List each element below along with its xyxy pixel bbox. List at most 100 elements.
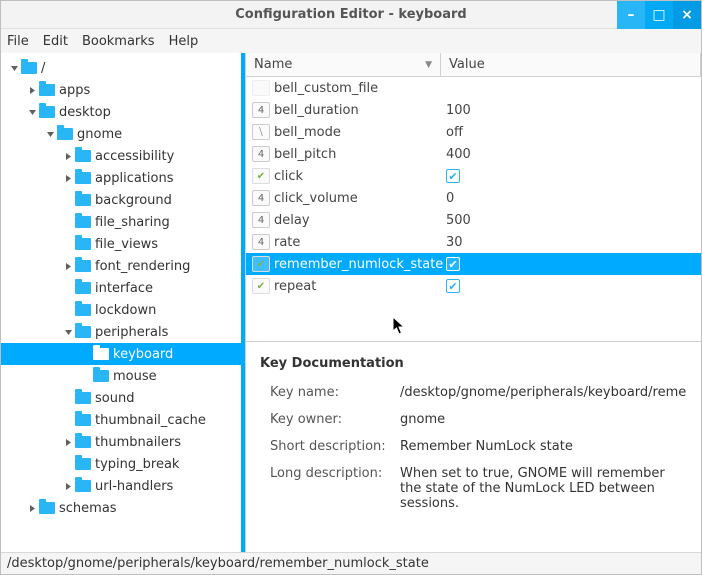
menu-file[interactable]: File xyxy=(7,34,29,49)
maximize-button[interactable]: □ xyxy=(645,1,673,29)
key-documentation-pane: Key Documentation Key name: /desktop/gno… xyxy=(246,341,701,552)
key-row-repeat[interactable]: ✔repeat✔ xyxy=(246,275,701,297)
expander-icon xyxy=(61,237,75,251)
expander-icon xyxy=(61,281,75,295)
doc-short-desc-value: Remember NumLock state xyxy=(400,439,687,454)
expander-icon[interactable] xyxy=(43,127,57,141)
folder-icon xyxy=(39,106,55,118)
right-pane: Name ▼ Value bell_custom_file4bell_durat… xyxy=(246,53,701,552)
expander-icon xyxy=(61,391,75,405)
tree-item-label: file_views xyxy=(95,237,158,252)
key-name-text: bell_duration xyxy=(274,103,438,118)
column-header-value[interactable]: Value xyxy=(441,53,701,76)
tree-item-label: typing_break xyxy=(95,457,179,472)
checkbox-icon[interactable]: ✔ xyxy=(446,169,460,183)
expander-icon[interactable] xyxy=(61,149,75,163)
key-name-text: click_volume xyxy=(274,191,438,206)
expander-icon[interactable] xyxy=(61,325,75,339)
checkbox-icon[interactable]: ✔ xyxy=(446,279,460,293)
folder-icon xyxy=(75,282,91,294)
expander-icon xyxy=(79,347,93,361)
key-row-bell_pitch[interactable]: 4bell_pitch400 xyxy=(246,143,701,165)
tree-item-lockdown[interactable]: lockdown xyxy=(1,299,245,321)
tree-item-label: mouse xyxy=(113,369,157,384)
key-row-bell_duration[interactable]: 4bell_duration100 xyxy=(246,99,701,121)
tree-item-accessibility[interactable]: accessibility xyxy=(1,145,245,167)
tree-item-file-sharing[interactable]: file_sharing xyxy=(1,211,245,233)
key-row-click_volume[interactable]: 4click_volume0 xyxy=(246,187,701,209)
column-header-name[interactable]: Name ▼ xyxy=(246,53,441,76)
key-row-delay[interactable]: 4delay500 xyxy=(246,209,701,231)
key-row-bell_mode[interactable]: ⧹bell_modeoff xyxy=(246,121,701,143)
tree-item-file-views[interactable]: file_views xyxy=(1,233,245,255)
expander-icon[interactable] xyxy=(7,61,21,75)
key-list[interactable]: bell_custom_file 4bell_duration100⧹bell_m… xyxy=(246,77,701,341)
tree-item-label: file_sharing xyxy=(95,215,170,230)
tree-item-typing-break[interactable]: typing_break xyxy=(1,453,245,475)
tree-item-label: gnome xyxy=(77,127,122,142)
tree-item-thumbnailers[interactable]: thumbnailers xyxy=(1,431,245,453)
tree-item-desktop[interactable]: desktop xyxy=(1,101,245,123)
expander-icon[interactable] xyxy=(61,171,75,185)
key-row-bell_custom_file[interactable]: bell_custom_file xyxy=(246,77,701,99)
key-name-text: click xyxy=(274,169,438,184)
app-window: Configuration Editor - keyboard – □ × Fi… xyxy=(0,0,702,575)
doc-title: Key Documentation xyxy=(260,356,687,371)
key-name-text: bell_pitch xyxy=(274,147,438,162)
key-row-click[interactable]: ✔click✔ xyxy=(246,165,701,187)
key-row-remember_numlock_state[interactable]: ✔remember_numlock_state✔ xyxy=(246,253,701,275)
minimize-button[interactable]: – xyxy=(617,1,645,29)
menu-edit[interactable]: Edit xyxy=(43,34,68,49)
tree-item-apps[interactable]: apps xyxy=(1,79,245,101)
tree-item-background[interactable]: background xyxy=(1,189,245,211)
key-row-rate[interactable]: 4rate30 xyxy=(246,231,701,253)
expander-icon[interactable] xyxy=(25,83,39,97)
folder-icon xyxy=(75,304,91,316)
tree-item-schemas[interactable]: schemas xyxy=(1,497,245,519)
doc-key-owner-label: Key owner: xyxy=(270,412,400,427)
menu-bookmarks[interactable]: Bookmarks xyxy=(82,34,155,49)
folder-icon xyxy=(75,260,91,272)
tree-item-thumbnail-cache[interactable]: thumbnail_cache xyxy=(1,409,245,431)
tree-item-gnome[interactable]: gnome xyxy=(1,123,245,145)
menu-help[interactable]: Help xyxy=(169,34,199,49)
tree-item-font-rendering[interactable]: font_rendering xyxy=(1,255,245,277)
tree-pane[interactable]: / apps desktop gnome accessibilityapplicatio… xyxy=(1,53,246,552)
tree-item-keyboard[interactable]: keyboard xyxy=(1,343,245,365)
statusbar: /desktop/gnome/peripherals/keyboard/reme… xyxy=(1,552,701,574)
close-button[interactable]: × xyxy=(673,1,701,29)
folder-icon xyxy=(75,480,91,492)
expander-icon[interactable] xyxy=(25,105,39,119)
tree-item--[interactable]: / xyxy=(1,57,245,79)
checkbox-icon[interactable]: ✔ xyxy=(446,257,460,271)
tree-item-applications[interactable]: applications xyxy=(1,167,245,189)
key-value-text: 400 xyxy=(446,147,471,162)
menubar: File Edit Bookmarks Help xyxy=(1,29,701,53)
tree-item-label: interface xyxy=(95,281,153,296)
tree-item-url-handlers[interactable]: url-handlers xyxy=(1,475,245,497)
folder-icon xyxy=(93,370,109,382)
folder-icon xyxy=(75,216,91,228)
tree-item-label: apps xyxy=(59,83,90,98)
expander-icon[interactable] xyxy=(61,479,75,493)
doc-grid: Key name: /desktop/gnome/peripherals/key… xyxy=(270,385,687,511)
type-string-icon: ⧹ xyxy=(252,124,270,140)
folder-icon xyxy=(75,414,91,426)
folder-icon xyxy=(75,458,91,470)
expander-icon xyxy=(61,193,75,207)
key-name-text: bell_custom_file xyxy=(274,81,438,96)
type-int-icon: 4 xyxy=(252,212,270,228)
tree-item-interface[interactable]: interface xyxy=(1,277,245,299)
tree-item-sound[interactable]: sound xyxy=(1,387,245,409)
tree-item-peripherals[interactable]: peripherals xyxy=(1,321,245,343)
tree: / apps desktop gnome accessibilityapplicatio… xyxy=(1,53,245,523)
folder-icon xyxy=(39,84,55,96)
expander-icon[interactable] xyxy=(61,435,75,449)
key-name-text: delay xyxy=(274,213,438,228)
tree-item-label: thumbnail_cache xyxy=(95,413,206,428)
folder-icon xyxy=(75,172,91,184)
expander-icon[interactable] xyxy=(61,259,75,273)
tree-item-label: thumbnailers xyxy=(95,435,181,450)
expander-icon[interactable] xyxy=(25,501,39,515)
tree-item-mouse[interactable]: mouse xyxy=(1,365,245,387)
